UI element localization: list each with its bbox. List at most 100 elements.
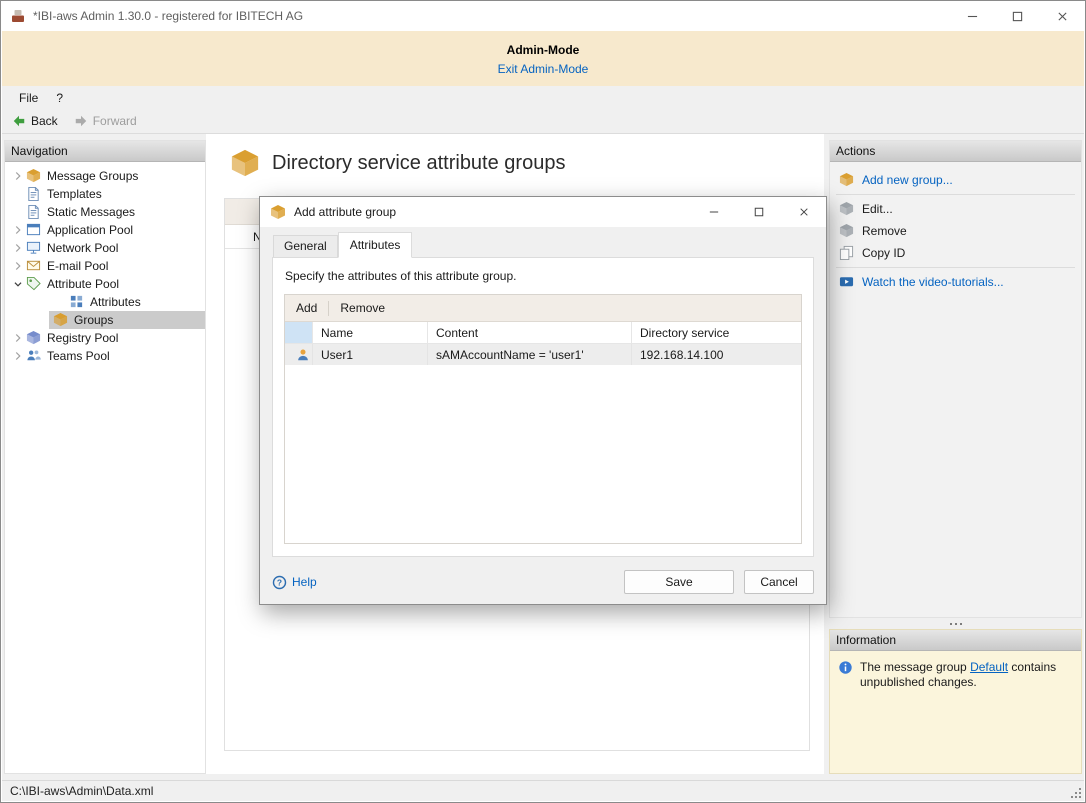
attributes-list-toolbar: Add Remove	[285, 295, 801, 322]
user-icon	[285, 344, 313, 365]
row-name: User1	[313, 344, 428, 365]
column-header-directory-service[interactable]: Directory service	[632, 322, 801, 344]
groups-icon	[53, 312, 69, 328]
nav-item-label: Registry Pool	[47, 331, 118, 345]
nav-item-teams-pool[interactable]: Teams Pool	[5, 347, 205, 365]
action-label: Copy ID	[862, 246, 905, 260]
back-arrow-icon	[12, 114, 26, 128]
add-attribute-button[interactable]: Add	[285, 295, 328, 321]
dialog-titlebar: Add attribute group	[260, 197, 826, 227]
nav-item-registry-pool[interactable]: Registry Pool	[5, 329, 205, 347]
tab-attributes[interactable]: Attributes	[338, 232, 413, 258]
tab-description: Specify the attributes of this attribute…	[273, 258, 813, 283]
chevron-right-icon[interactable]	[10, 222, 26, 238]
default-group-link[interactable]: Default	[970, 660, 1008, 674]
registry-pool-icon	[26, 330, 42, 346]
chevron-right-icon[interactable]	[10, 240, 26, 256]
forward-label: Forward	[93, 114, 137, 128]
nav-item-static-messages[interactable]: Static Messages	[5, 203, 205, 221]
save-button[interactable]: Save	[624, 570, 734, 594]
edit-icon	[839, 201, 855, 217]
row-content: sAMAccountName = 'user1'	[428, 344, 632, 365]
table-row[interactable]: User1 sAMAccountName = 'user1' 192.168.1…	[285, 344, 801, 365]
nav-item-label: Static Messages	[47, 205, 135, 219]
nav-item-message-groups[interactable]: Message Groups	[5, 167, 205, 185]
action-remove[interactable]: Remove	[830, 220, 1081, 242]
dialog-footer: Help Save Cancel	[272, 569, 814, 595]
column-header-name[interactable]: Name	[313, 322, 428, 344]
chevron-down-icon[interactable]	[10, 276, 26, 292]
actions-panel: Actions Add new group... Edit... Remove	[829, 140, 1082, 618]
teams-pool-icon	[26, 348, 42, 364]
menubar: File ?	[2, 86, 1084, 109]
page-title-block: Directory service attribute groups	[230, 148, 565, 178]
dialog-icon	[270, 204, 286, 220]
titlebar: *IBI-aws Admin 1.30.0 - registered for I…	[1, 1, 1085, 31]
minimize-icon[interactable]	[950, 1, 995, 31]
information-body: The message group Default contains unpub…	[830, 651, 1081, 690]
maximize-icon[interactable]	[995, 1, 1040, 31]
column-header-content[interactable]: Content	[428, 322, 632, 344]
expander-placeholder	[10, 186, 26, 202]
chevron-right-icon[interactable]	[10, 168, 26, 184]
nav-item-label: Application Pool	[47, 223, 133, 237]
navigation-tree: Message Groups Templates Static Messages…	[5, 162, 205, 365]
nav-item-groups-selected[interactable]: Groups	[49, 311, 205, 329]
actions-separator	[836, 194, 1075, 195]
action-watch-video-tutorials[interactable]: Watch the video-tutorials...	[830, 271, 1081, 293]
forward-button[interactable]: Forward	[74, 114, 137, 128]
expander-placeholder	[10, 204, 26, 220]
attributes-icon	[69, 294, 85, 310]
nav-item-network-pool[interactable]: Network Pool	[5, 239, 205, 257]
action-label: Add new group...	[862, 173, 953, 187]
info-text-before: The message group	[860, 660, 970, 674]
nav-item-attributes[interactable]: Attributes	[5, 293, 205, 311]
page-title: Directory service attribute groups	[272, 152, 565, 175]
dialog-close-icon[interactable]	[781, 197, 826, 227]
back-label: Back	[31, 114, 58, 128]
navigation-panel: Navigation Message Groups Templates Stat…	[4, 140, 206, 774]
nav-item-templates[interactable]: Templates	[5, 185, 205, 203]
statusbar: C:\IBI-aws\Admin\Data.xml	[2, 780, 1084, 801]
close-icon[interactable]	[1040, 1, 1085, 31]
forward-arrow-icon	[74, 114, 88, 128]
action-edit[interactable]: Edit...	[830, 198, 1081, 220]
nav-item-email-pool[interactable]: E-mail Pool	[5, 257, 205, 275]
chevron-right-icon[interactable]	[10, 330, 26, 346]
help-link[interactable]: Help	[272, 575, 317, 590]
video-icon	[839, 274, 855, 290]
dialog-minimize-icon[interactable]	[691, 197, 736, 227]
static-messages-icon	[26, 204, 42, 220]
add-attribute-group-dialog: Add attribute group General Attributes S…	[259, 196, 827, 605]
tab-general[interactable]: General	[273, 235, 338, 257]
remove-icon	[839, 223, 855, 239]
dialog-maximize-icon[interactable]	[736, 197, 781, 227]
menu-file[interactable]: File	[10, 86, 47, 109]
menu-help[interactable]: ?	[47, 86, 72, 109]
remove-attribute-button[interactable]: Remove	[329, 295, 396, 321]
resize-grip-icon[interactable]	[1070, 787, 1082, 799]
information-header: Information	[830, 630, 1081, 651]
nav-item-attribute-pool[interactable]: Attribute Pool	[5, 275, 205, 293]
statusbar-path: C:\IBI-aws\Admin\Data.xml	[10, 784, 153, 798]
chevron-right-icon[interactable]	[10, 348, 26, 364]
attributes-tab-page: Specify the attributes of this attribute…	[272, 257, 814, 557]
back-button[interactable]: Back	[12, 114, 58, 128]
attribute-pool-icon	[26, 276, 42, 292]
panel-splitter-grip[interactable]	[829, 619, 1082, 629]
action-add-new-group[interactable]: Add new group...	[830, 169, 1081, 191]
exit-admin-mode-link[interactable]: Exit Admin-Mode	[498, 62, 589, 76]
window-controls	[950, 1, 1085, 31]
nav-item-label: Attributes	[90, 295, 141, 309]
message-groups-icon	[26, 168, 42, 184]
cancel-button[interactable]: Cancel	[744, 570, 814, 594]
nav-item-application-pool[interactable]: Application Pool	[5, 221, 205, 239]
admin-mode-banner: Admin-Mode Exit Admin-Mode	[2, 31, 1084, 86]
column-header-icon[interactable]	[285, 322, 313, 344]
chevron-right-icon[interactable]	[10, 258, 26, 274]
attributes-list-control: Add Remove Name Content Directory servic…	[284, 294, 802, 544]
network-pool-icon	[26, 240, 42, 256]
action-copy-id[interactable]: Copy ID	[830, 242, 1081, 264]
nav-item-label: Message Groups	[47, 169, 138, 183]
add-group-icon	[839, 172, 855, 188]
